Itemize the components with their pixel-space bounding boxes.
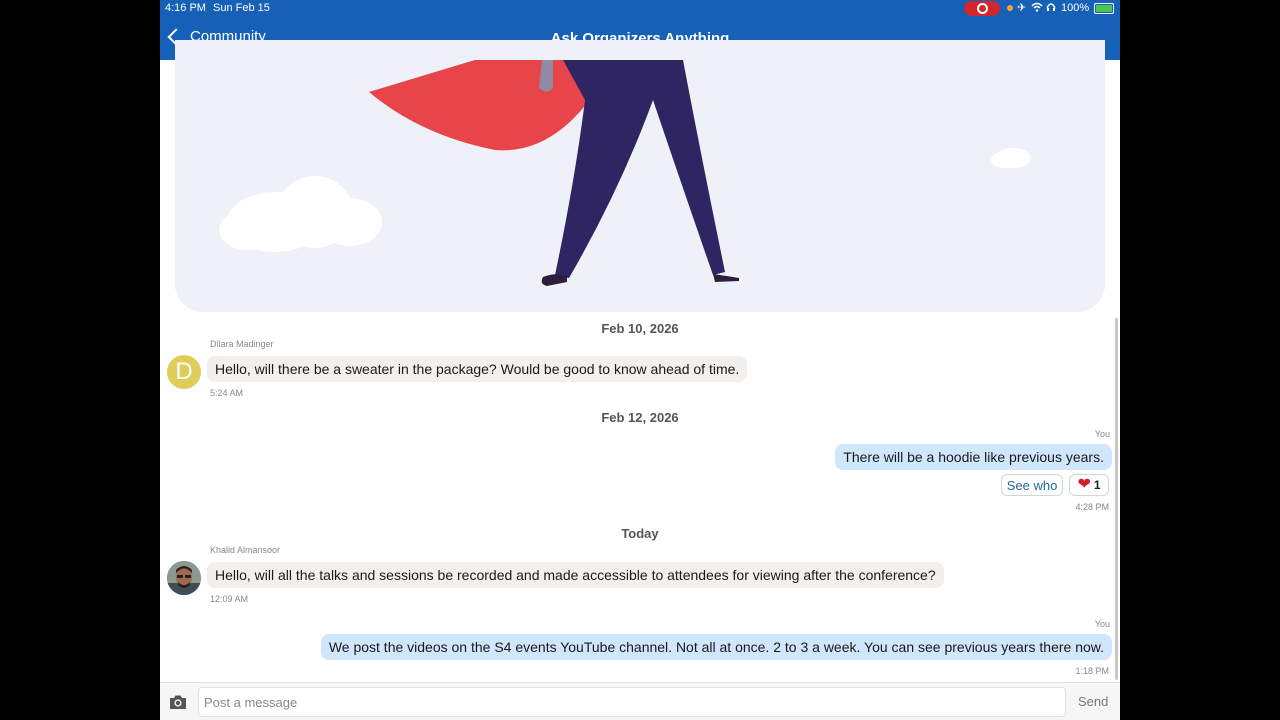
avatar[interactable]: D — [167, 355, 201, 389]
message-time: 4:28 PM — [1075, 502, 1109, 512]
status-time: 4:16 PM — [165, 2, 206, 14]
app-window: 4:16 PM Sun Feb 15 ✈ 100% Community Ask … — [160, 0, 1120, 720]
battery-percentage: 100% — [1061, 2, 1090, 14]
reaction-badge[interactable]: ❤ 1 — [1069, 474, 1109, 496]
message-bubble[interactable]: There will be a hoodie like previous yea… — [835, 444, 1112, 470]
message-sender: You — [1094, 619, 1110, 629]
message-input[interactable] — [198, 687, 1066, 717]
date-divider: Feb 10, 2026 — [601, 321, 679, 336]
screen-record-icon — [964, 1, 1000, 16]
message-bubble[interactable]: Hello, will all the talks and sessions b… — [207, 562, 944, 588]
message-list[interactable]: Feb 10, 2026 Dilara Madinger D Hello, wi… — [160, 312, 1120, 682]
airplane-icon: ✈ — [1017, 2, 1027, 14]
battery-charging-icon — [1094, 3, 1114, 14]
message-time: 12:09 AM — [210, 594, 249, 604]
privacy-indicator-icon — [1007, 5, 1013, 11]
send-button[interactable]: Send — [1078, 694, 1108, 709]
status-date: Sun Feb 15 — [213, 2, 270, 14]
message-composer: Send — [160, 682, 1120, 720]
scrollbar[interactable] — [1115, 318, 1118, 680]
superhero-illustration — [219, 60, 1031, 286]
reaction-count: 1 — [1093, 478, 1101, 492]
message-bubble[interactable]: We post the videos on the S4 events YouT… — [320, 634, 1112, 660]
message-time: 5:24 AM — [210, 388, 244, 398]
message-sender: Khalid Almansoor — [210, 545, 281, 555]
see-who-button[interactable]: See who — [1001, 474, 1063, 496]
banner-illustration — [175, 40, 1105, 312]
message-sender: You — [1094, 429, 1110, 439]
heart-icon: ❤ — [1077, 476, 1091, 493]
headphones-icon — [1046, 3, 1056, 11]
message-sender: Dilara Madinger — [210, 339, 274, 349]
user-photo — [167, 561, 201, 595]
wifi-icon — [1031, 2, 1043, 12]
message-time: 1:18 PM — [1075, 666, 1109, 676]
message-bubble[interactable]: Hello, will there be a sweater in the pa… — [207, 356, 748, 382]
camera-icon[interactable] — [168, 692, 188, 712]
date-divider: Feb 12, 2026 — [601, 410, 679, 425]
date-divider: Today — [621, 526, 659, 541]
avatar[interactable] — [167, 561, 201, 595]
